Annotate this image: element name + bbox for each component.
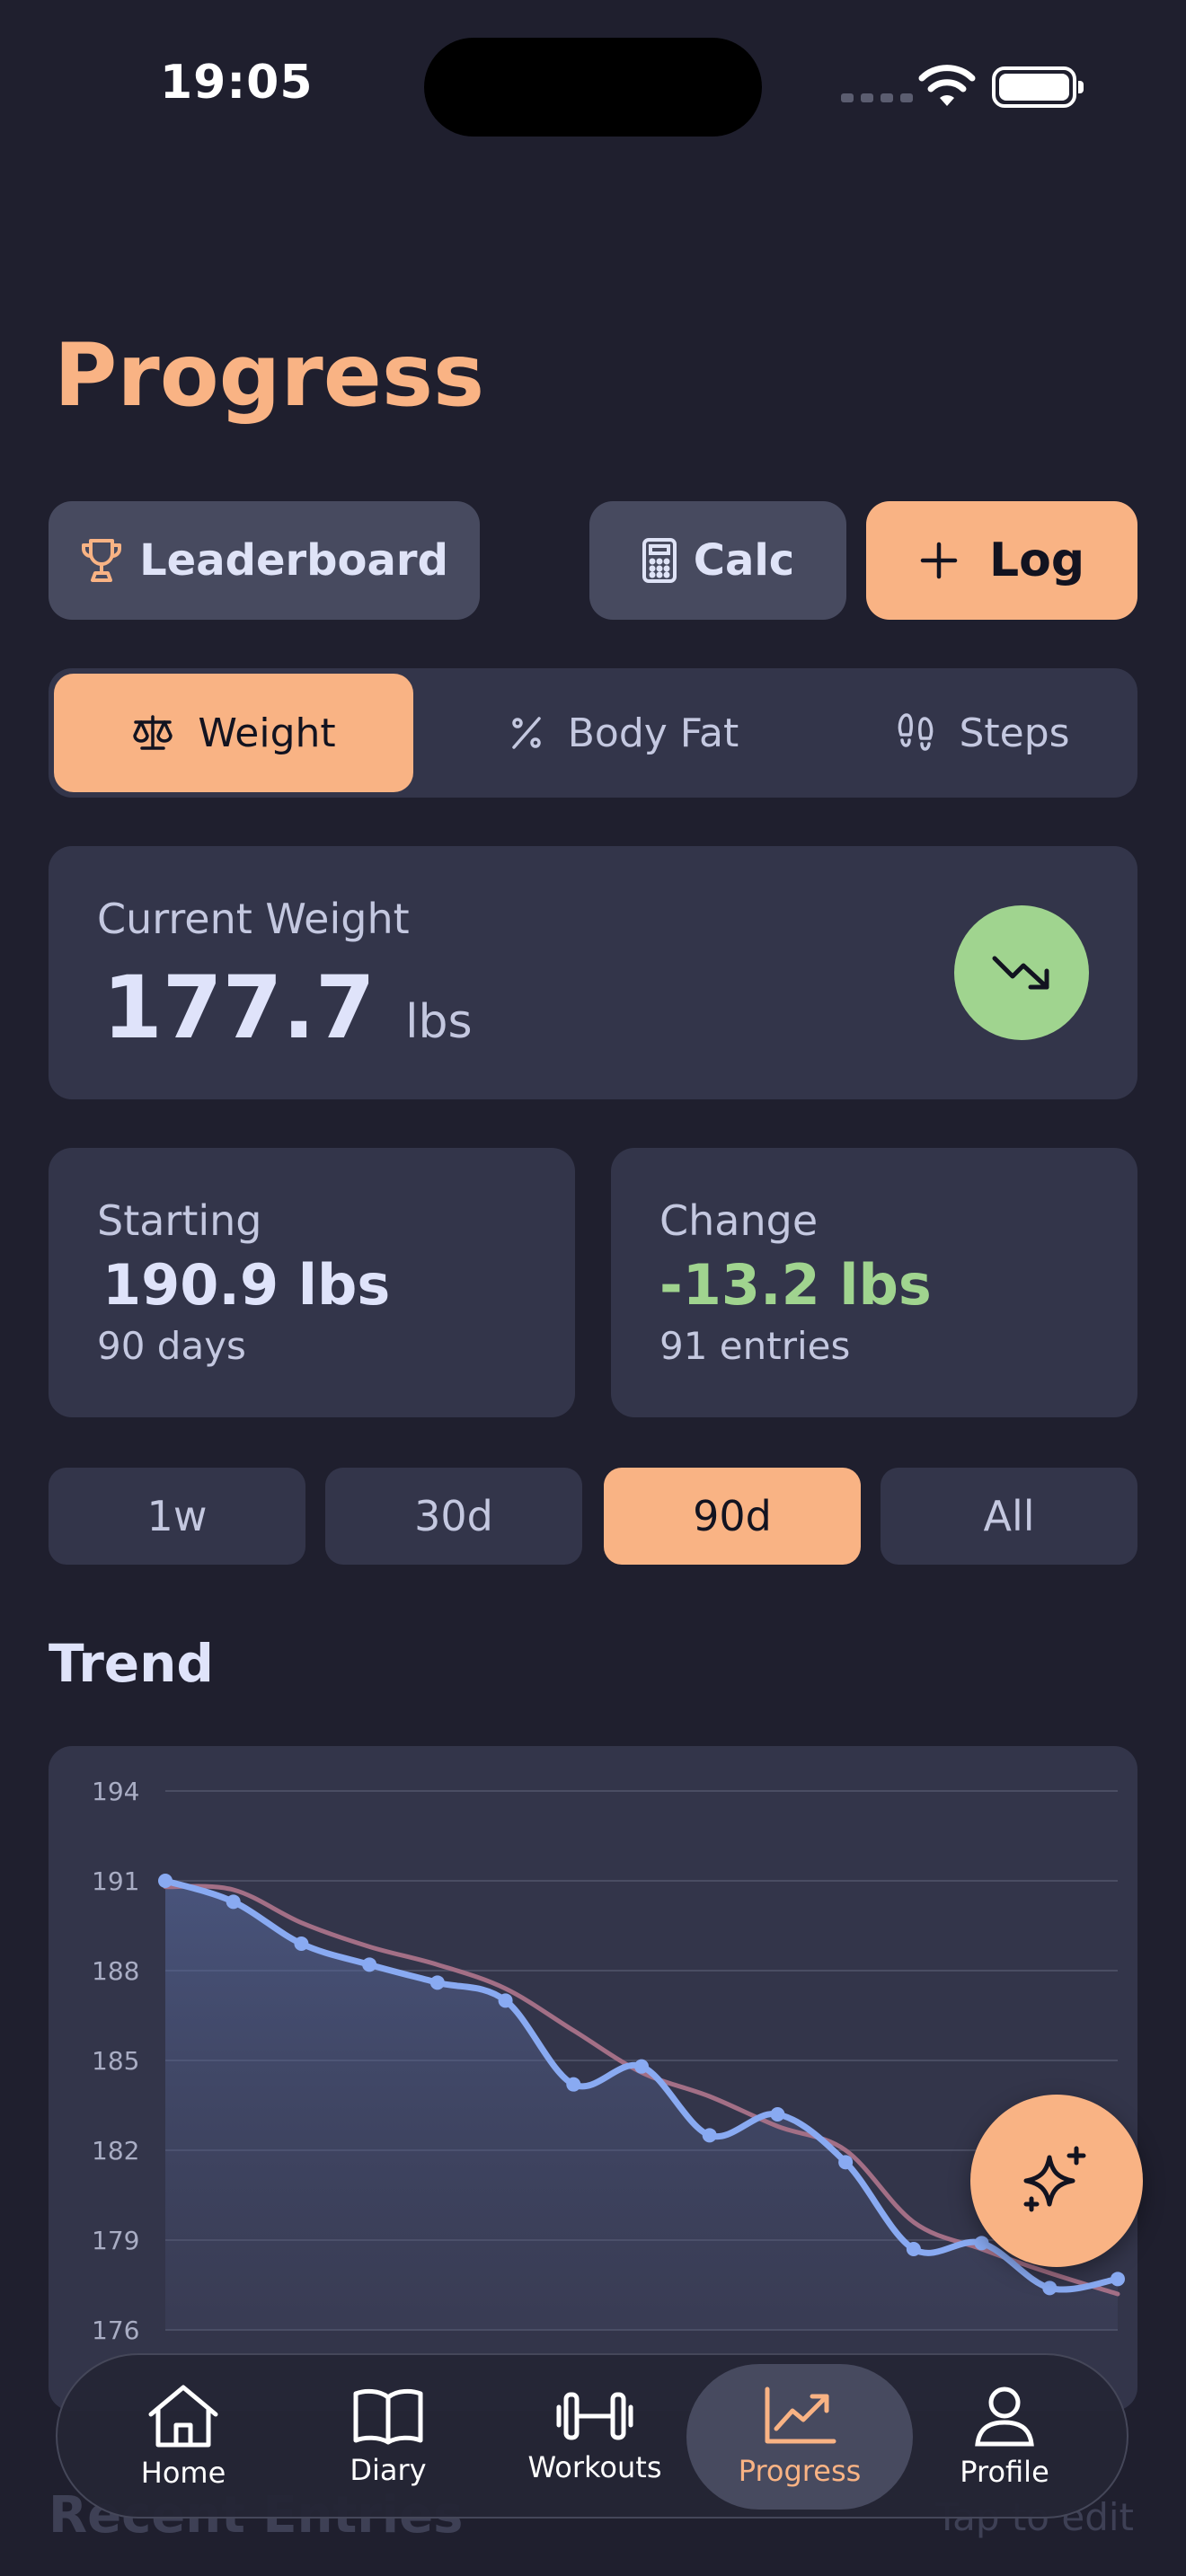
data-point[interactable] [770, 2107, 785, 2122]
tab-bar: Home Diary Workouts Progress Profile [56, 2353, 1128, 2519]
leaderboard-button[interactable]: Leaderboard [49, 501, 480, 620]
plus-icon [920, 542, 958, 579]
data-point[interactable] [158, 1874, 173, 1888]
battery-icon [992, 66, 1084, 108]
range-all-button[interactable]: All [881, 1468, 1137, 1565]
y-tick-label: 176 [92, 2316, 139, 2345]
tab-home[interactable]: Home [70, 2364, 296, 2510]
y-tick-label: 191 [92, 1866, 139, 1896]
tab-diary-label: Diary [350, 2453, 427, 2487]
trending-down-icon [992, 956, 1049, 990]
tab-diary[interactable]: Diary [275, 2364, 501, 2510]
cellular-signal-icon [841, 93, 913, 102]
trend-badge [954, 905, 1089, 1040]
trend-chart: 194 191 188 185 182 179 176 [49, 1746, 1137, 2411]
status-bar: 19:05 [0, 0, 1186, 171]
data-point[interactable] [974, 2236, 989, 2251]
data-point[interactable] [1042, 2280, 1058, 2296]
data-point[interactable] [294, 1936, 309, 1951]
tab-steps-label: Steps [959, 710, 1070, 756]
ai-assistant-button[interactable] [970, 2095, 1143, 2267]
tab-profile[interactable]: Profile [891, 2364, 1118, 2510]
y-tick-label: 182 [92, 2136, 139, 2166]
tab-workouts[interactable]: Workouts [482, 2364, 708, 2510]
range-1w-button[interactable]: 1w [49, 1468, 305, 1565]
footprints-icon [898, 713, 934, 751]
current-weight-value: 177.7 lbs [102, 957, 473, 1058]
trend-chart-svg: 194 191 188 185 182 179 176 [92, 1777, 1125, 2345]
status-time: 19:05 [160, 56, 314, 110]
tab-body-fat[interactable]: Body Fat [471, 674, 776, 792]
tab-progress[interactable]: Progress [686, 2364, 913, 2510]
dumbbell-icon [556, 2392, 633, 2440]
tab-weight[interactable]: Weight [54, 674, 413, 792]
user-icon [975, 2386, 1034, 2447]
change-entries: 91 entries [659, 1324, 851, 1368]
sparkles-icon [1023, 2146, 1086, 2212]
current-weight-label: Current Weight [97, 895, 410, 943]
y-tick-label: 194 [92, 1777, 139, 1806]
change-value: -13.2 lbs [659, 1252, 932, 1318]
y-tick-label: 188 [92, 1956, 139, 1986]
trophy-icon [82, 539, 122, 582]
current-weight-number: 177.7 [102, 957, 376, 1058]
data-point[interactable] [362, 1957, 377, 1972]
trend-title: Trend [49, 1633, 214, 1694]
tab-profile-label: Profile [960, 2455, 1049, 2489]
calc-label: Calc [693, 535, 795, 586]
page-title: Progress [54, 325, 485, 426]
tab-progress-label: Progress [738, 2454, 862, 2488]
current-weight-unit: lbs [405, 995, 473, 1049]
data-point[interactable] [702, 2128, 717, 2143]
range-30d-button[interactable]: 30d [325, 1468, 582, 1565]
data-point[interactable] [634, 2059, 649, 2074]
calculator-icon [642, 538, 677, 583]
percent-icon [511, 717, 541, 749]
y-tick-label: 185 [92, 2046, 139, 2076]
change-label: Change [659, 1196, 819, 1245]
log-label: Log [988, 534, 1085, 587]
book-icon [353, 2388, 423, 2445]
log-button[interactable]: Log [866, 501, 1137, 620]
starting-card: Starting 190.9 lbs 90 days [49, 1148, 575, 1417]
metric-segmented-control: Weight Body Fat Steps [49, 668, 1137, 798]
home-icon [148, 2385, 218, 2448]
data-point[interactable] [498, 1993, 513, 2008]
leaderboard-label: Leaderboard [139, 535, 448, 586]
data-point[interactable] [226, 1894, 241, 1910]
chart-icon [765, 2386, 836, 2444]
data-point[interactable] [429, 1975, 445, 1990]
calc-button[interactable]: Calc [589, 501, 846, 620]
data-point[interactable] [838, 2155, 854, 2170]
wifi-icon [918, 65, 976, 106]
data-point[interactable] [906, 2242, 921, 2256]
y-tick-label: 179 [92, 2226, 139, 2255]
starting-value: 190.9 lbs [102, 1252, 391, 1318]
dynamic-island [424, 38, 762, 137]
tab-weight-label: Weight [198, 710, 336, 756]
range-90d-button[interactable]: 90d [604, 1468, 861, 1565]
change-card: Change -13.2 lbs 91 entries [611, 1148, 1137, 1417]
tab-body-fat-label: Body Fat [567, 710, 739, 756]
tab-home-label: Home [140, 2456, 226, 2490]
starting-duration: 90 days [97, 1324, 246, 1368]
scale-icon [133, 715, 173, 750]
data-point[interactable] [566, 2077, 581, 2092]
data-point[interactable] [1111, 2272, 1125, 2287]
tab-steps[interactable]: Steps [857, 674, 1109, 792]
starting-label: Starting [97, 1196, 262, 1245]
tab-workouts-label: Workouts [527, 2450, 662, 2484]
